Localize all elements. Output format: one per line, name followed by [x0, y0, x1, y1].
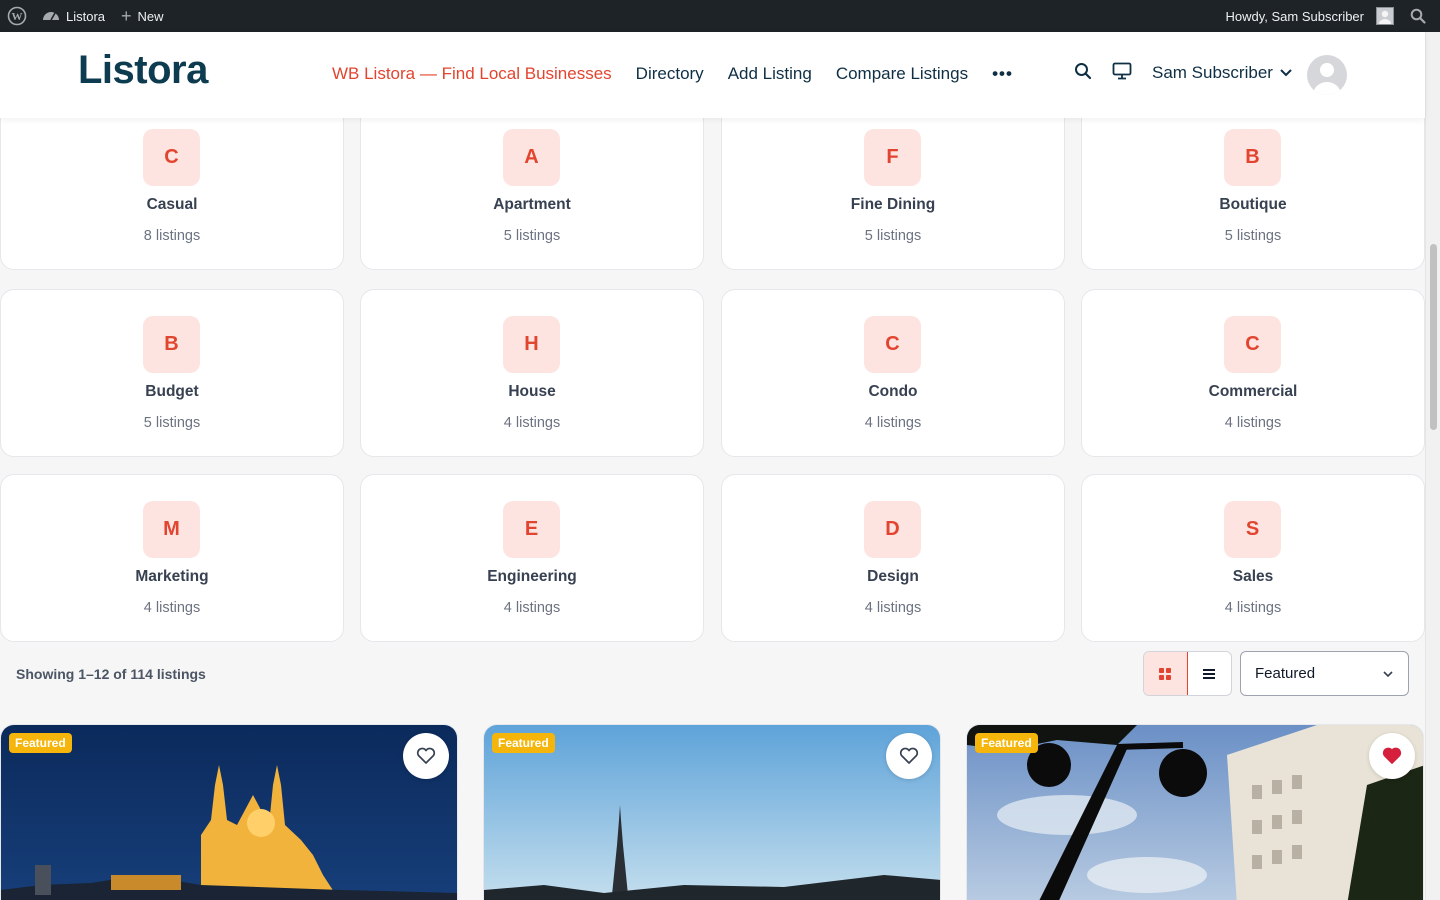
heart-icon: [416, 747, 436, 764]
category-card[interactable]: C Casual 8 listings: [0, 102, 344, 270]
listing-card[interactable]: Featured: [966, 724, 1424, 900]
admin-bar-avatar: [1376, 7, 1394, 25]
category-letter-icon: C: [143, 129, 200, 186]
chevron-down-icon: [1279, 63, 1293, 83]
grid-icon: [1159, 667, 1172, 680]
category-card[interactable]: C Commercial 4 listings: [1081, 289, 1425, 457]
featured-badge: Featured: [975, 733, 1038, 753]
admin-bar-new-link[interactable]: + New: [113, 0, 172, 32]
category-card[interactable]: B Boutique 5 listings: [1081, 102, 1425, 270]
category-name: Budget: [145, 383, 199, 400]
category-count: 5 listings: [864, 228, 922, 244]
category-card[interactable]: E Engineering 4 listings: [360, 474, 704, 642]
nav-item-add-listing[interactable]: Add Listing: [728, 64, 812, 84]
category-name: Condo: [868, 383, 918, 400]
category-letter-icon: F: [864, 129, 921, 186]
admin-bar-howdy: Howdy, Sam Subscriber: [1225, 8, 1364, 24]
category-count: 5 listings: [143, 415, 201, 431]
site-logo[interactable]: Listora: [78, 48, 208, 93]
category-name: Boutique: [1219, 196, 1287, 213]
category-name: Design: [867, 568, 919, 585]
category-letter-icon: M: [143, 501, 200, 558]
heart-filled-icon: [1382, 747, 1402, 764]
view-toggle: [1143, 651, 1232, 696]
category-count: 8 listings: [143, 228, 201, 244]
category-letter-icon: C: [864, 316, 921, 373]
favorite-button[interactable]: [886, 733, 932, 779]
category-letter-icon: E: [503, 501, 560, 558]
grid-view-button[interactable]: [1144, 652, 1188, 695]
category-count: 4 listings: [503, 415, 561, 431]
category-count: 5 listings: [1224, 228, 1282, 244]
category-name: Fine Dining: [850, 196, 936, 213]
category-card[interactable]: F Fine Dining 5 listings: [721, 102, 1065, 270]
search-icon[interactable]: [1074, 62, 1092, 85]
site-header: Listora WB Listora — Find Local Business…: [0, 32, 1425, 118]
category-letter-icon: S: [1224, 501, 1281, 558]
listing-card[interactable]: Featured: [0, 724, 458, 900]
category-letter-icon: B: [143, 316, 200, 373]
results-count: Showing 1–12 of 114 listings: [16, 666, 206, 682]
category-card[interactable]: B Budget 5 listings: [0, 289, 344, 457]
featured-badge: Featured: [9, 733, 72, 753]
user-avatar[interactable]: [1307, 55, 1347, 95]
admin-bar-site-link[interactable]: Listora: [34, 0, 113, 32]
category-card[interactable]: H House 4 listings: [360, 289, 704, 457]
featured-badge: Featured: [492, 733, 555, 753]
svg-text:W: W: [12, 11, 23, 23]
chevron-down-icon: [1382, 665, 1394, 682]
category-card[interactable]: C Condo 4 listings: [721, 289, 1065, 457]
category-name: Apartment: [493, 196, 571, 213]
category-card[interactable]: M Marketing 4 listings: [0, 474, 344, 642]
category-count: 4 listings: [864, 415, 922, 431]
heart-icon: [899, 747, 919, 764]
monitor-icon[interactable]: [1112, 62, 1132, 85]
scrollbar-thumb[interactable]: [1430, 244, 1437, 430]
category-count: 4 listings: [143, 600, 201, 616]
list-icon: [1203, 668, 1216, 679]
category-count: 5 listings: [503, 228, 561, 244]
dashboard-icon: [42, 7, 60, 26]
category-card[interactable]: D Design 4 listings: [721, 474, 1065, 642]
favorite-button[interactable]: [403, 733, 449, 779]
category-letter-icon: B: [1224, 129, 1281, 186]
user-menu-name: Sam Subscriber: [1152, 63, 1273, 82]
category-letter-icon: D: [864, 501, 921, 558]
sort-selected-value: Featured: [1255, 665, 1316, 682]
category-name: Casual: [146, 196, 198, 213]
sort-select[interactable]: Featured: [1240, 651, 1409, 696]
listing-card[interactable]: Featured: [483, 724, 941, 900]
plus-icon: +: [121, 6, 132, 26]
nav-item-home[interactable]: WB Listora — Find Local Businesses: [332, 64, 612, 84]
list-view-button[interactable]: [1188, 652, 1232, 695]
category-count: 4 listings: [1224, 415, 1282, 431]
primary-nav: WB Listora — Find Local Businesses Direc…: [332, 64, 1013, 84]
category-letter-icon: H: [503, 316, 560, 373]
wordpress-logo-icon[interactable]: W: [0, 0, 34, 32]
category-letter-icon: A: [503, 129, 560, 186]
category-name: Marketing: [135, 568, 209, 585]
admin-bar-search-icon[interactable]: [1400, 0, 1440, 32]
category-card[interactable]: A Apartment 5 listings: [360, 102, 704, 270]
category-count: 4 listings: [503, 600, 561, 616]
category-count: 4 listings: [864, 600, 922, 616]
category-name: House: [508, 383, 556, 400]
admin-bar-account-menu[interactable]: Howdy, Sam Subscriber: [1218, 0, 1400, 32]
category-card[interactable]: S Sales 4 listings: [1081, 474, 1425, 642]
category-count: 4 listings: [1224, 600, 1282, 616]
nav-more-icon[interactable]: •••: [992, 64, 1013, 84]
nav-item-directory[interactable]: Directory: [636, 64, 704, 84]
favorite-button[interactable]: [1369, 733, 1415, 779]
category-name: Engineering: [487, 568, 577, 585]
admin-bar-new-label: New: [137, 8, 164, 24]
category-letter-icon: C: [1224, 316, 1281, 373]
user-menu[interactable]: Sam Subscriber: [1152, 63, 1293, 83]
admin-bar-site-name: Listora: [66, 8, 106, 24]
nav-item-compare-listings[interactable]: Compare Listings: [836, 64, 968, 84]
header-icons: [1074, 62, 1132, 85]
wp-admin-bar: W Listora + New Howdy, Sam Subscriber: [0, 0, 1440, 32]
category-name: Commercial: [1208, 383, 1298, 400]
category-name: Sales: [1232, 568, 1274, 585]
page-scrollbar[interactable]: [1425, 32, 1440, 900]
